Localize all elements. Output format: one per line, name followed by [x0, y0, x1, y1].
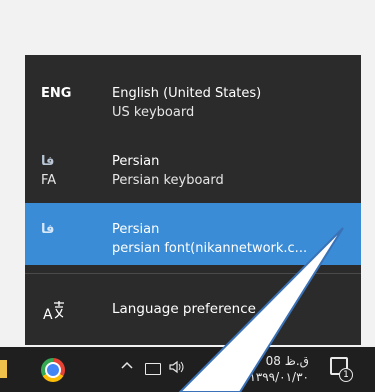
- taskbar: فا ق.ظ 08 ۱۳۹۹/۰۱/۳۰ 1: [0, 347, 375, 392]
- clock-date: ۱۳۹۹/۰۱/۳۰: [249, 370, 309, 384]
- notification-badge: 1: [339, 368, 353, 382]
- volume-icon[interactable]: [168, 359, 186, 379]
- clock[interactable]: ق.ظ 08 ۱۳۹۹/۰۱/۳۰: [247, 353, 309, 385]
- svg-text:A: A: [43, 307, 53, 323]
- keyboard-name: persian font(nikannetwork.c...: [112, 241, 308, 256]
- language-item-persian-font[interactable]: فا Persian persian font(nikannetwork.c..…: [25, 203, 361, 265]
- keyboard-name: Persian keyboard: [112, 173, 224, 188]
- language-item-english[interactable]: ENG English (United States) US keyboard: [25, 67, 361, 129]
- language-preferences-label: Language preference: [112, 301, 256, 317]
- clock-time: ق.ظ 08: [265, 354, 309, 368]
- input-language-indicator[interactable]: فا: [214, 359, 223, 373]
- language-code-sub: FA: [41, 173, 57, 188]
- chrome-icon[interactable]: [41, 358, 65, 382]
- language-name: Persian: [112, 154, 160, 169]
- language-code: فا: [41, 154, 55, 169]
- taskbar-app-icon[interactable]: [0, 360, 7, 378]
- network-icon[interactable]: [145, 363, 161, 375]
- keyboard-name: US keyboard: [112, 105, 195, 120]
- language-name: Persian: [112, 222, 160, 237]
- language-name: English (United States): [112, 86, 262, 101]
- language-preferences-link[interactable]: A Language preference: [25, 285, 361, 335]
- language-item-persian[interactable]: فا FA Persian Persian keyboard: [25, 135, 361, 197]
- language-code: ENG: [41, 86, 72, 101]
- language-code: فا: [41, 222, 55, 237]
- show-hidden-icons-icon[interactable]: [120, 359, 134, 377]
- divider: [25, 273, 361, 274]
- language-flyout: ENG English (United States) US keyboard …: [25, 55, 361, 345]
- language-settings-icon: A: [43, 299, 67, 323]
